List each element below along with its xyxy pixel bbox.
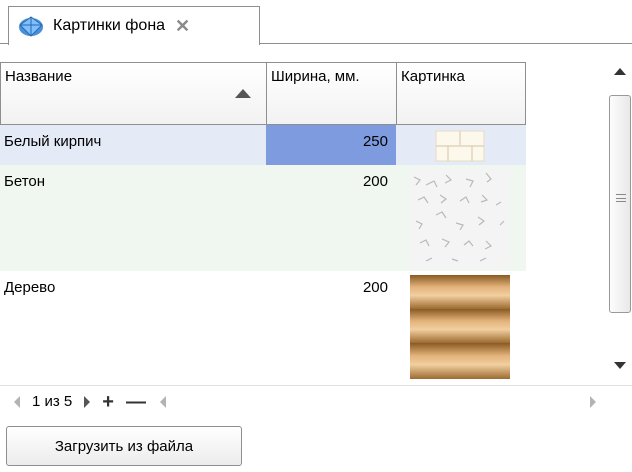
column-header-picture[interactable]: Картинка (396, 62, 526, 125)
sort-ascending-icon (235, 89, 251, 98)
gem-icon (19, 16, 43, 37)
column-header-name-label: Название (5, 68, 73, 85)
cell-width[interactable]: 200 (266, 271, 396, 383)
column-header-width[interactable]: Ширина, мм. (266, 62, 396, 125)
cell-picture[interactable] (396, 165, 526, 271)
brick-texture-icon (435, 130, 485, 162)
background-pictures-grid: Название Ширина, мм. Картинка Белый кирп… (0, 45, 632, 385)
scroll-down-arrow-icon[interactable] (614, 362, 626, 369)
cell-width[interactable]: 250 (266, 125, 396, 165)
scrollbar-thumb[interactable] (609, 95, 631, 313)
cell-width[interactable]: 200 (266, 165, 396, 271)
vertical-scrollbar[interactable] (608, 62, 632, 380)
column-header-picture-label: Картинка (401, 68, 465, 85)
column-header-width-label: Ширина, мм. (271, 68, 360, 85)
record-navigator: 1 из 5 + — (0, 385, 632, 417)
cell-name[interactable]: Белый кирпич (0, 125, 266, 165)
cell-name[interactable]: Дерево (0, 271, 266, 383)
table-row[interactable]: Белый кирпич 250 (0, 125, 526, 165)
scroll-left-arrow-icon[interactable] (159, 395, 166, 408)
load-from-file-button[interactable]: Загрузить из файла (6, 426, 242, 466)
remove-record-button[interactable]: — (126, 392, 146, 412)
wood-texture-icon (410, 275, 510, 379)
table-row[interactable]: Бетон 200 (0, 165, 526, 271)
concrete-texture-icon (410, 169, 510, 269)
tab-title: Картинки фона (53, 17, 166, 34)
cell-picture[interactable] (396, 271, 526, 383)
previous-record-icon[interactable] (14, 395, 20, 408)
column-header-name[interactable]: Название (0, 62, 266, 125)
next-record-icon[interactable] (84, 395, 91, 408)
cell-picture[interactable] (396, 125, 526, 165)
tab-strip: Картинки фона ✕ (0, 0, 632, 45)
add-record-button[interactable]: + (102, 392, 114, 412)
record-position: 1 из 5 (32, 393, 73, 410)
scroll-right-arrow-icon[interactable] (590, 396, 596, 408)
scroll-up-arrow-icon[interactable] (614, 68, 626, 75)
grip-icon (616, 194, 626, 202)
table-row[interactable]: Дерево 200 (0, 271, 526, 383)
tab-background-pictures[interactable]: Картинки фона ✕ (8, 6, 260, 45)
cell-name[interactable]: Бетон (0, 165, 266, 271)
close-icon[interactable]: ✕ (175, 16, 190, 37)
